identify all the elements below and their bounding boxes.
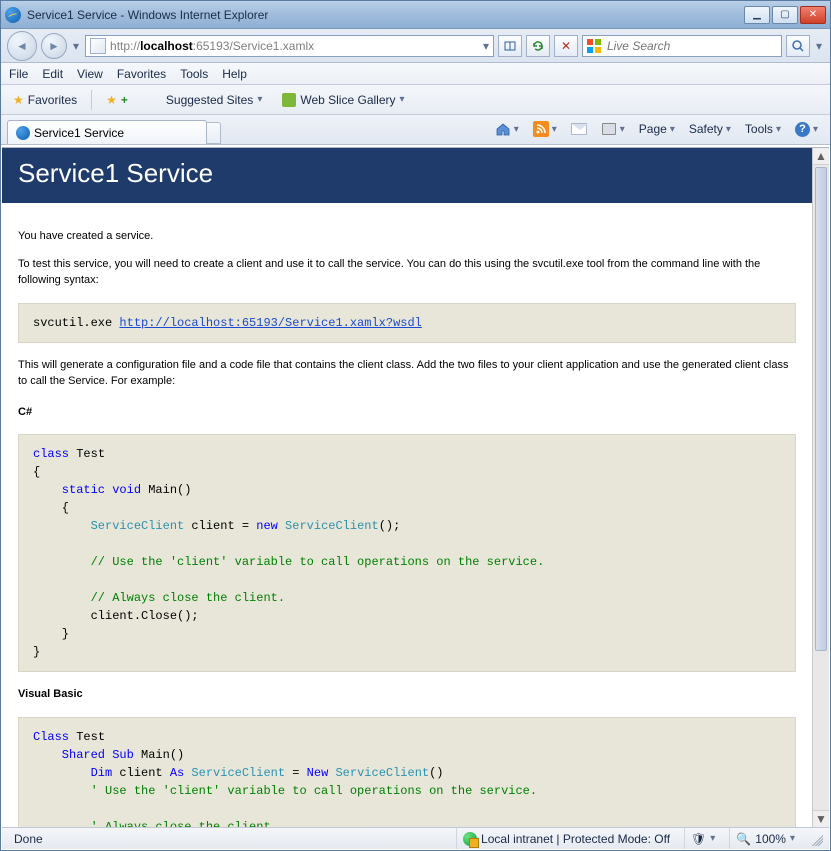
intro-paragraph-2: To test this service, you will need to c…	[18, 256, 796, 289]
live-search-icon	[587, 39, 601, 53]
menu-bar: File Edit View Favorites Tools Help	[1, 63, 830, 85]
nav-history-dropdown[interactable]: ▾	[71, 39, 81, 53]
status-bar: Done Local intranet | Protected Mode: Of…	[2, 827, 829, 849]
ie-small-icon	[148, 93, 162, 107]
search-go-button[interactable]	[786, 35, 810, 57]
resize-grip[interactable]	[809, 832, 823, 846]
safety-menu[interactable]: Safety▾	[685, 120, 735, 138]
close-button[interactable]: ✕	[800, 6, 826, 24]
print-button[interactable]: ▾	[597, 119, 629, 139]
stop-button[interactable]: ✕	[554, 35, 578, 57]
menu-view[interactable]: View	[77, 67, 103, 81]
back-button[interactable]: ◄	[7, 31, 37, 61]
search-provider-dropdown[interactable]: ▾	[814, 39, 824, 53]
menu-tools[interactable]: Tools	[180, 67, 208, 81]
browser-tab[interactable]: Service1 Service	[7, 120, 207, 144]
titlebar: Service1 Service - Windows Internet Expl…	[1, 1, 830, 29]
menu-edit[interactable]: Edit	[42, 67, 63, 81]
page-menu-label: Page	[639, 122, 667, 136]
address-dropdown[interactable]: ▾	[479, 39, 489, 53]
content-viewport: Service1 Service You have created a serv…	[2, 147, 829, 827]
vertical-scrollbar[interactable]: ▲ ▼	[812, 148, 829, 827]
protected-mode-toggle[interactable]: 🛡▾	[684, 828, 721, 849]
search-input[interactable]	[605, 38, 777, 54]
status-text: Done	[14, 832, 43, 846]
forward-button[interactable]: ►	[41, 33, 67, 59]
scroll-up-button[interactable]: ▲	[813, 148, 829, 165]
svcutil-command-box: svcutil.exe http://localhost:65193/Servi…	[18, 303, 796, 343]
new-tab-button[interactable]	[207, 122, 221, 144]
scroll-down-button[interactable]: ▼	[813, 810, 829, 827]
window-title: Service1 Service - Windows Internet Expl…	[27, 8, 744, 22]
vb-label: Visual Basic	[18, 686, 796, 703]
service-heading: Service1 Service	[2, 148, 812, 203]
command-bar: ▾ ▾ ▾ Page▾ Safety▾ Tools▾ ?▾	[491, 114, 824, 144]
tab-favicon	[16, 126, 30, 140]
refresh-button[interactable]	[526, 35, 550, 57]
web-slice-gallery-link[interactable]: Web Slice Gallery ▾	[276, 91, 410, 109]
tab-title: Service1 Service	[34, 126, 124, 140]
home-button[interactable]: ▾	[491, 119, 523, 139]
scroll-thumb[interactable]	[815, 167, 827, 651]
webslice-icon	[282, 93, 296, 107]
menu-help[interactable]: Help	[222, 67, 247, 81]
tools-menu[interactable]: Tools▾	[741, 120, 785, 138]
read-mail-button[interactable]	[567, 119, 591, 139]
zone-icon	[463, 832, 477, 846]
chevron-down-icon: ▾	[400, 94, 405, 105]
compat-view-button[interactable]	[498, 35, 522, 57]
shield-icon: 🛡	[691, 832, 706, 846]
menu-favorites[interactable]: Favorites	[117, 67, 166, 81]
nav-toolbar: ◄ ► ▾ http://localhost:65193/Service1.xa…	[1, 29, 830, 63]
menu-file[interactable]: File	[9, 67, 28, 81]
favorites-button[interactable]: ★ Favorites	[7, 91, 83, 109]
address-url: http://localhost:65193/Service1.xamlx	[110, 39, 479, 53]
address-bar[interactable]: http://localhost:65193/Service1.xamlx ▾	[85, 35, 494, 57]
wsdl-link[interactable]: http://localhost:65193/Service1.xamlx?ws…	[119, 316, 421, 330]
vb-code-box: Class Test Shared Sub Main() Dim client …	[18, 717, 796, 828]
help-icon: ?	[795, 122, 810, 137]
maximize-button[interactable]: ▢	[772, 6, 798, 24]
safety-menu-label: Safety	[689, 122, 723, 136]
chevron-down-icon: ▾	[257, 94, 262, 105]
page-menu[interactable]: Page▾	[635, 120, 679, 138]
security-zone[interactable]: Local intranet | Protected Mode: Off	[456, 828, 676, 849]
page-content: Service1 Service You have created a serv…	[2, 148, 812, 827]
minimize-button[interactable]: ▁	[744, 6, 770, 24]
ie-logo-icon	[5, 7, 21, 23]
star-add-icon: ★	[106, 93, 117, 107]
zoom-icon: 🔍	[736, 832, 751, 846]
suggested-sites-link[interactable]: Suggested Sites ▾	[142, 91, 268, 109]
help-button[interactable]: ?▾	[791, 120, 822, 139]
scroll-track[interactable]	[813, 165, 829, 810]
web-slice-label: Web Slice Gallery	[300, 93, 395, 107]
favorites-label: Favorites	[28, 93, 77, 107]
favorites-toolbar: ★ Favorites ★+ Suggested Sites ▾ Web Sli…	[1, 85, 830, 115]
page-icon	[90, 38, 106, 54]
tools-menu-label: Tools	[745, 122, 773, 136]
tab-row: Service1 Service ▾ ▾ ▾ Page▾ Safety▾ Too…	[1, 115, 830, 145]
suggested-sites-label: Suggested Sites	[166, 93, 253, 107]
toolbar-separator	[91, 90, 92, 110]
rss-icon	[533, 121, 549, 137]
home-icon	[495, 121, 511, 137]
paragraph-2: This will generate a configuration file …	[18, 357, 796, 390]
csharp-code-box: class Test { static void Main() { Servic…	[18, 434, 796, 672]
zone-label: Local intranet | Protected Mode: Off	[481, 832, 670, 846]
csharp-label: C#	[18, 404, 796, 421]
add-to-favorites-bar[interactable]: ★+	[100, 91, 134, 109]
zoom-value: 100%	[755, 832, 786, 846]
star-icon: ★	[13, 93, 24, 107]
print-icon	[601, 121, 617, 137]
mail-icon	[571, 121, 587, 137]
search-box[interactable]	[582, 35, 782, 57]
intro-paragraph-1: You have created a service.	[18, 228, 796, 245]
feeds-button[interactable]: ▾	[529, 119, 561, 139]
zoom-control[interactable]: 🔍 100% ▾	[729, 828, 801, 849]
